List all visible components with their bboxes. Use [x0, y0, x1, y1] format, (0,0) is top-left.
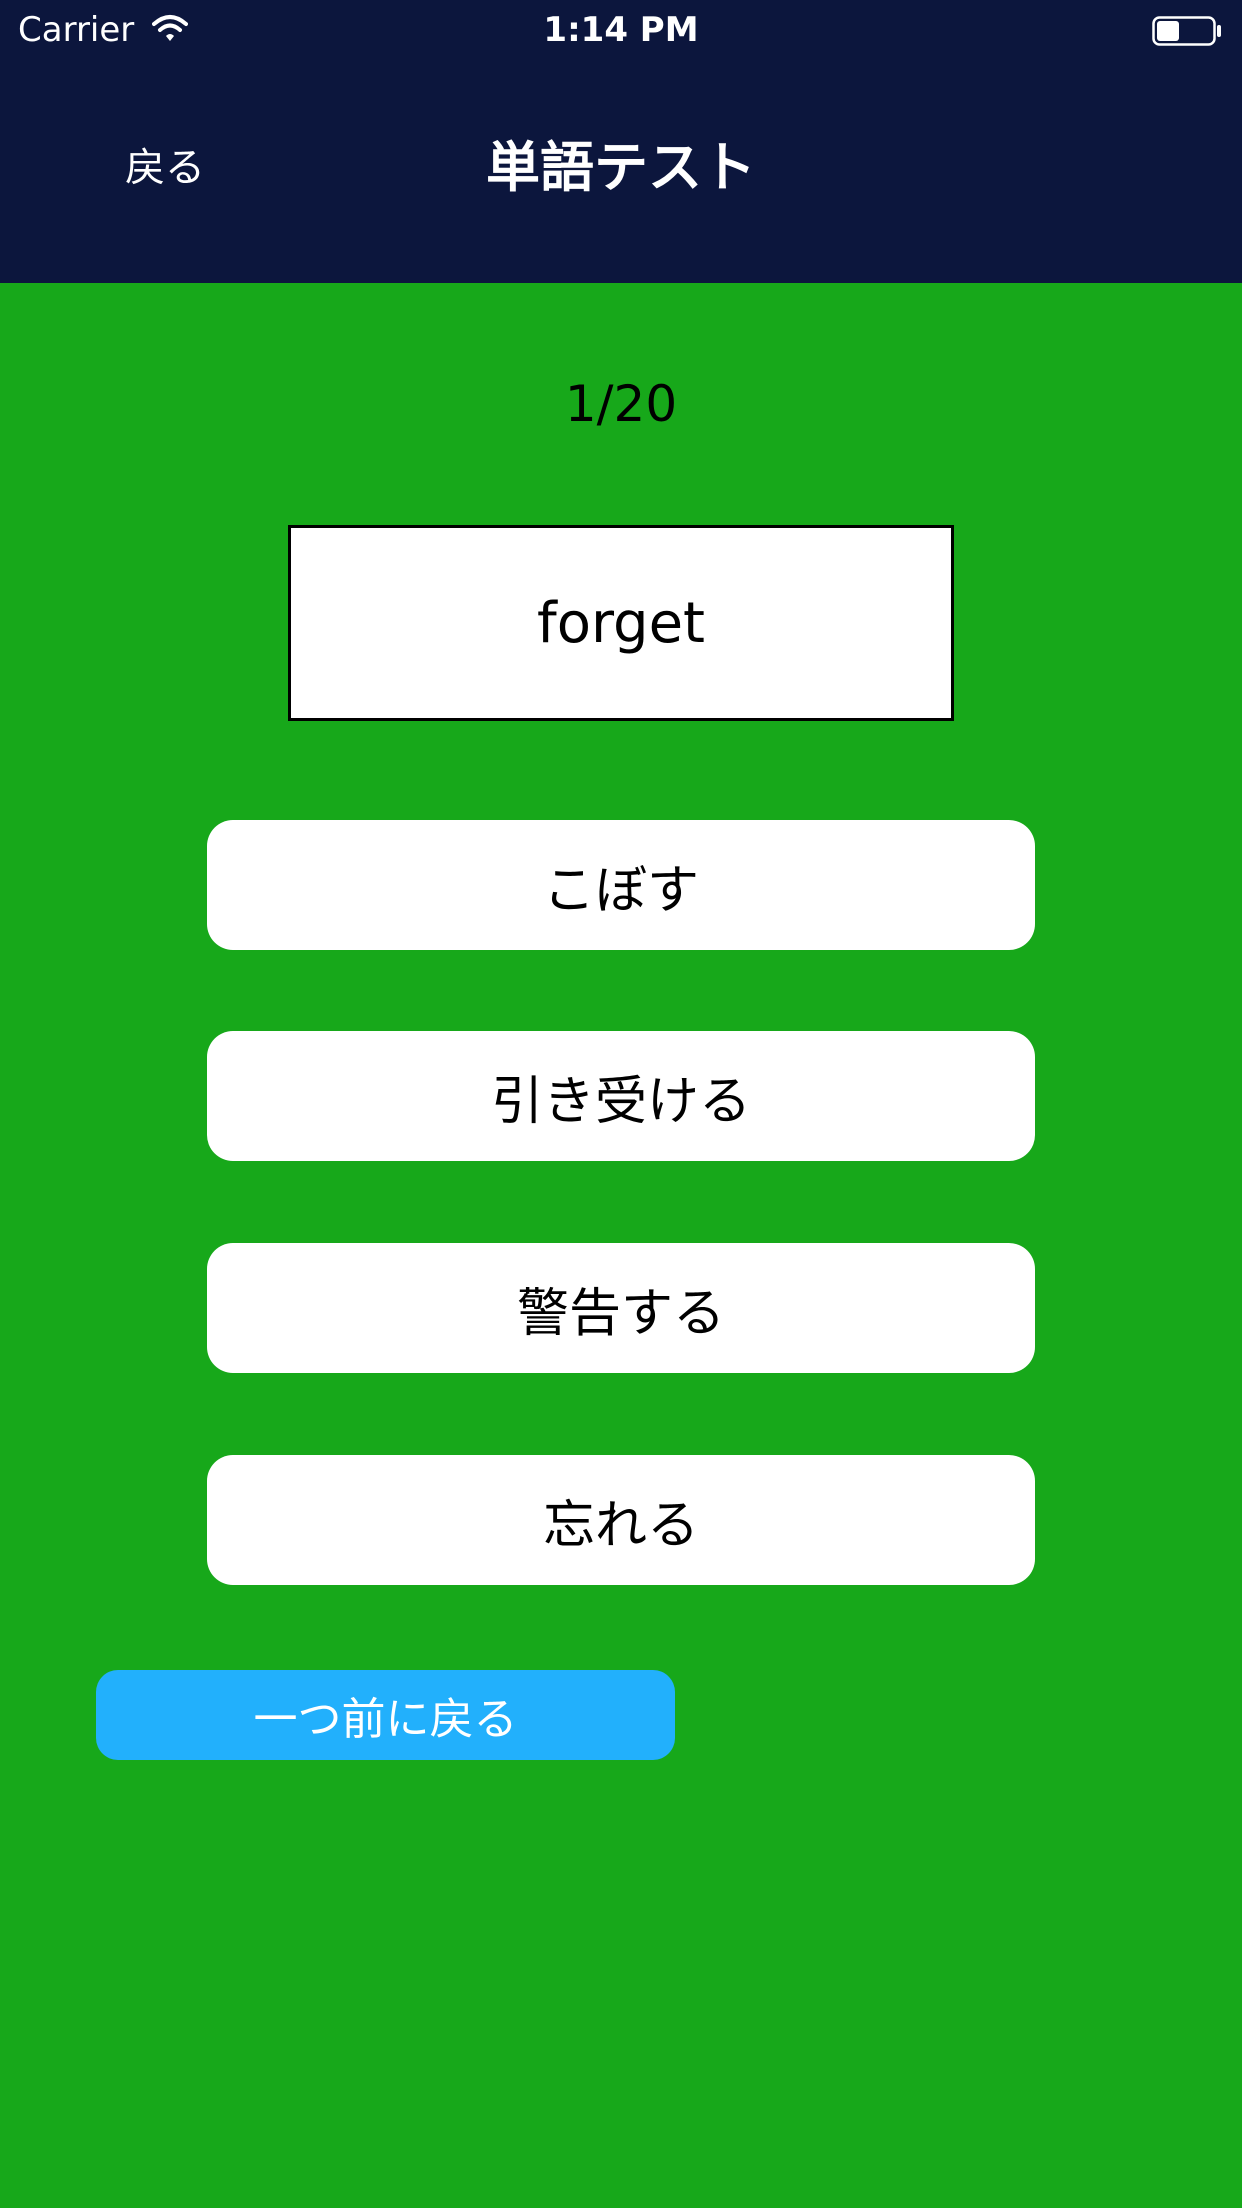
previous-question-label: 一つ前に戻る	[253, 1694, 518, 1745]
question-counter: 1/20	[564, 375, 678, 433]
status-time: 1:14 PM	[543, 10, 699, 50]
battery-icon	[1152, 16, 1221, 46]
previous-question-button[interactable]: 一つ前に戻る	[96, 1670, 675, 1760]
answer-option-2[interactable]: 引き受ける	[207, 1031, 1035, 1161]
answer-option-1[interactable]: こぼす	[207, 820, 1035, 950]
status-bar: Carrier 1:14 PM	[0, 0, 1242, 62]
answer-option-4[interactable]: 忘れる	[207, 1455, 1035, 1585]
answer-option-label: 忘れる	[542, 1495, 699, 1556]
question-word: forget	[537, 590, 705, 656]
quiz-screen: Carrier 1:14 PM 戻る 単語テスト 1/20 forget こぼす…	[0, 0, 1242, 2208]
answer-option-label: 引き受ける	[490, 1071, 751, 1132]
answer-option-3[interactable]: 警告する	[207, 1243, 1035, 1373]
answer-option-label: こぼす	[542, 860, 699, 921]
page-title: 単語テスト	[486, 136, 756, 199]
answer-option-label: 警告する	[516, 1283, 725, 1344]
question-card: forget	[288, 525, 954, 721]
navigation-header: Carrier 1:14 PM 戻る 単語テスト	[0, 0, 1242, 283]
